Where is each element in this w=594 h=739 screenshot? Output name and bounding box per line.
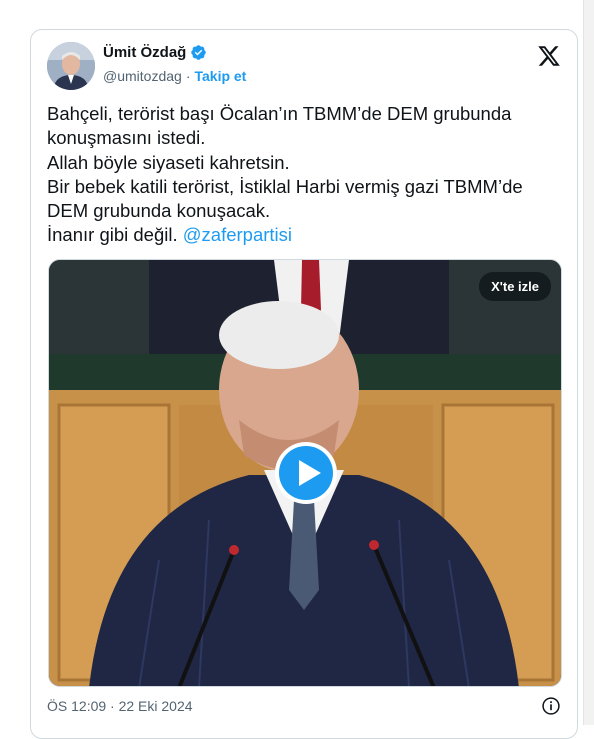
page-scrollbar[interactable]	[583, 0, 594, 725]
verified-badge-icon	[191, 45, 207, 60]
author-handle[interactable]: @umitozdag	[103, 68, 182, 84]
video-player[interactable]: X'te izle	[48, 259, 562, 687]
watch-on-x-button[interactable]: X'te izle	[479, 272, 551, 301]
author-name-row: Ümit Özdağ	[103, 44, 207, 61]
play-icon[interactable]	[273, 440, 339, 506]
tweet-line: DEM grubunda konuşacak.	[47, 200, 271, 222]
tweet-line: Bahçeli, terörist başı Öcalan’ın TBMM’de…	[47, 103, 512, 124]
tweet-line: konuşmasını istedi.	[47, 127, 206, 149]
follow-button[interactable]: Takip et	[194, 68, 246, 84]
avatar[interactable]	[47, 42, 95, 90]
tweet-line: Bir bebek katili terörist, İstiklal Harb…	[47, 175, 523, 197]
x-logo-icon[interactable]	[537, 44, 561, 68]
tweet-line-last: İnanır gibi değil. @zaferpartisi	[47, 223, 567, 247]
author-handle-row: @umitozdag · Takip et	[103, 68, 246, 84]
embedded-tweet-card[interactable]: Ümit Özdağ @umitozdag · Takip et Bahçeli…	[30, 29, 578, 739]
author-name[interactable]: Ümit Özdağ	[103, 44, 186, 61]
tweet-line-text: İnanır gibi değil.	[47, 224, 178, 246]
tweet-line: Allah böyle siyaseti kahretsin.	[47, 151, 290, 173]
separator-dot: ·	[185, 68, 191, 84]
mention-link[interactable]: @zaferpartisi	[183, 224, 292, 245]
tweet-text: Bahçeli, terörist başı Öcalan’ın TBMM’de…	[47, 102, 567, 248]
tweet-timestamp[interactable]: ÖS 12:09 · 22 Eki 2024	[47, 698, 193, 714]
info-icon[interactable]	[541, 696, 561, 716]
